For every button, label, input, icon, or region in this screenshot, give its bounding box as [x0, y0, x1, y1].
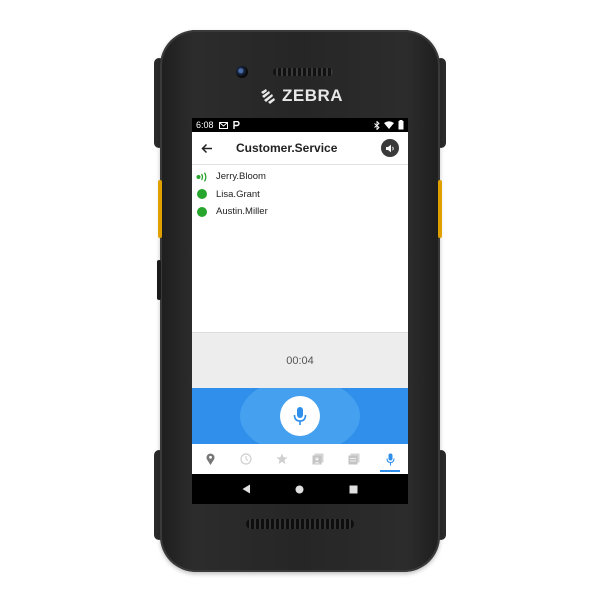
front-camera	[236, 66, 248, 78]
push-to-talk-panel	[192, 388, 408, 444]
speaker-icon	[386, 144, 394, 152]
brand-name: ZEBRA	[282, 86, 344, 105]
call-timer-panel: 00:04	[192, 332, 408, 389]
tab-history[interactable]	[228, 444, 264, 474]
online-status-dot	[197, 206, 207, 217]
back-arrow-icon	[201, 143, 212, 153]
member-name: Lisa.Grant	[216, 188, 260, 200]
microphone-icon	[385, 453, 395, 465]
member-name: Jerry.Bloom	[216, 171, 266, 183]
bottom-tab-bar	[192, 444, 408, 474]
tab-favorites[interactable]	[264, 444, 300, 474]
tab-groups[interactable]	[336, 444, 372, 474]
brand-logo: ZEBRA	[258, 86, 343, 106]
earpiece-speaker	[273, 68, 333, 76]
nav-home-icon[interactable]	[295, 485, 304, 494]
history-clock-icon	[240, 453, 252, 465]
bluetooth-icon	[374, 120, 380, 130]
right-scan-button[interactable]	[438, 180, 442, 238]
zebra-head-icon	[261, 89, 275, 104]
app-bar: Customer.Service	[192, 132, 408, 165]
status-time: 6:08	[196, 120, 214, 130]
bottom-speaker-grille	[246, 519, 354, 529]
parking-notification-icon	[232, 121, 240, 129]
battery-icon	[398, 120, 404, 130]
back-button[interactable]	[192, 143, 222, 154]
tab-contacts[interactable]	[300, 444, 336, 474]
list-item[interactable]: Austin.Miller	[192, 203, 408, 221]
microphone-icon	[293, 407, 307, 425]
zebra-handheld-device: ZEBRA 6:08 Customer.Service Jerry.Bloom …	[154, 30, 446, 572]
contacts-icon	[312, 453, 324, 465]
list-item[interactable]: Lisa.Grant	[192, 186, 408, 204]
tab-push-to-talk[interactable]	[372, 444, 408, 474]
member-list: Jerry.Bloom Lisa.Grant Austin.Miller	[192, 165, 408, 328]
online-status-dot	[197, 189, 207, 200]
page-title: Customer.Service	[236, 141, 338, 155]
star-icon	[276, 453, 288, 464]
call-timer: 00:04	[286, 355, 314, 367]
mail-notification-icon	[218, 121, 228, 129]
wifi-icon	[384, 121, 394, 129]
system-nav-bar	[192, 474, 408, 504]
left-scan-button[interactable]	[158, 180, 162, 238]
volume-button[interactable]	[157, 260, 161, 300]
location-pin-icon	[206, 453, 214, 465]
nav-recents-icon[interactable]	[349, 485, 358, 494]
speaker-toggle-button[interactable]	[381, 139, 399, 157]
screen: 6:08 Customer.Service Jerry.Bloom Lisa.G…	[192, 118, 408, 504]
tab-location[interactable]	[192, 444, 228, 474]
member-name: Austin.Miller	[216, 206, 268, 218]
groups-icon	[348, 453, 360, 465]
talking-indicator-icon	[195, 172, 209, 182]
push-to-talk-button[interactable]	[280, 396, 320, 436]
list-item[interactable]: Jerry.Bloom	[192, 168, 408, 186]
status-bar: 6:08	[192, 118, 408, 132]
nav-back-icon[interactable]	[242, 484, 251, 494]
